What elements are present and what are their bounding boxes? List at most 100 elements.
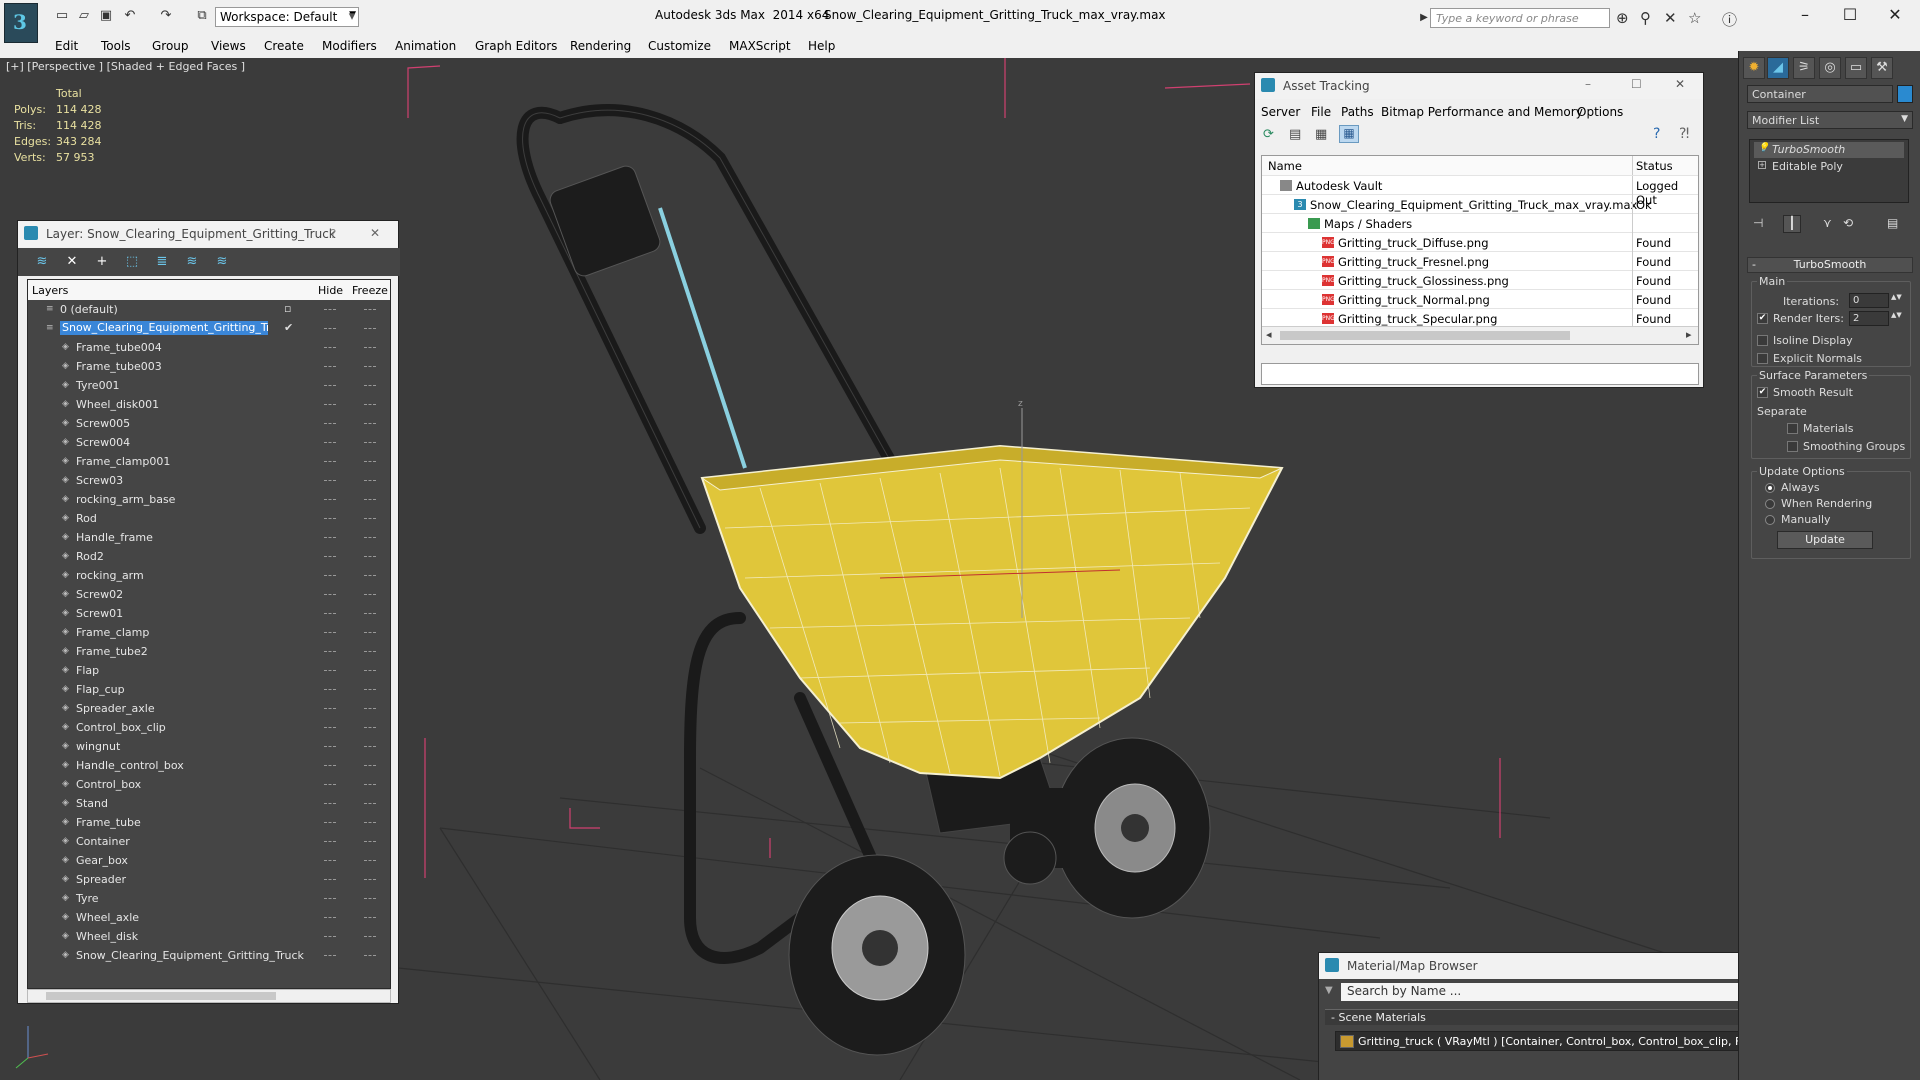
object-name-field[interactable]: Container: [1747, 85, 1893, 103]
freeze-toggle[interactable]: [364, 898, 376, 900]
freeze-toggle[interactable]: [364, 556, 376, 558]
hide-toggle[interactable]: [324, 841, 336, 843]
hide-toggle[interactable]: [324, 765, 336, 767]
column-status[interactable]: Status: [1636, 159, 1673, 173]
update-button[interactable]: Update: [1777, 531, 1873, 549]
isoline-display-checkbox[interactable]: [1757, 335, 1768, 346]
layer-row[interactable]: ◈ Snow_Clearing_Equipment_Gritting_Truck: [28, 946, 390, 965]
scrollbar-thumb[interactable]: [46, 992, 276, 1000]
render-iters-checkbox[interactable]: ✔: [1757, 313, 1768, 324]
hide-toggle[interactable]: [324, 803, 336, 805]
layer-row[interactable]: ◈ Screw03: [28, 471, 390, 490]
hide-toggle[interactable]: [324, 727, 336, 729]
make-unique-icon[interactable]: ⋎: [1823, 216, 1832, 230]
hide-toggle[interactable]: [324, 309, 336, 311]
new-file-icon[interactable]: ▭: [54, 8, 70, 24]
freeze-toggle[interactable]: [364, 803, 376, 805]
active-layer-check-icon[interactable]: ✔: [284, 321, 293, 334]
hide-toggle[interactable]: [324, 404, 336, 406]
layer-row[interactable]: ◈ rocking_arm_base: [28, 490, 390, 509]
freeze-toggle[interactable]: [364, 727, 376, 729]
freeze-toggle[interactable]: [364, 594, 376, 596]
hide-toggle[interactable]: [324, 632, 336, 634]
freeze-toggle[interactable]: [364, 499, 376, 501]
layer-row[interactable]: ◈ Gear_box: [28, 851, 390, 870]
maximize-button[interactable]: ☐: [1631, 77, 1642, 91]
motion-tab-icon[interactable]: ◎: [1819, 57, 1841, 79]
layer-row[interactable]: ◈ Frame_tube004: [28, 338, 390, 357]
create-tab-icon[interactable]: ✹: [1743, 57, 1765, 79]
app-menu-button[interactable]: 3: [4, 3, 38, 43]
hide-toggle[interactable]: [324, 328, 336, 330]
hide-toggle[interactable]: [324, 822, 336, 824]
freeze-toggle[interactable]: [364, 575, 376, 577]
spinner-arrows-icon[interactable]: ▲▼: [1891, 293, 1902, 301]
column-layers[interactable]: Layers: [32, 284, 68, 297]
connect-icon[interactable]: ✕: [1664, 9, 1677, 27]
layer-row[interactable]: ◈ wingnut: [28, 737, 390, 756]
add-to-layer-icon[interactable]: +: [94, 254, 110, 270]
menu-modifiers[interactable]: Modifiers: [322, 39, 377, 53]
layer-row[interactable]: ◈ Handle_control_box: [28, 756, 390, 775]
utilities-tab-icon[interactable]: ⚒: [1871, 57, 1893, 79]
layer-row[interactable]: ◈ Wheel_disk001: [28, 395, 390, 414]
freeze-toggle[interactable]: [364, 689, 376, 691]
freeze-toggle[interactable]: [364, 404, 376, 406]
hide-toggle[interactable]: [324, 385, 336, 387]
hide-toggle[interactable]: [324, 423, 336, 425]
workspace-dropdown[interactable]: Workspace: Default ▼: [215, 7, 359, 27]
hierarchy-tab-icon[interactable]: ⚞: [1793, 57, 1815, 79]
freeze-toggle[interactable]: [364, 385, 376, 387]
hide-toggle[interactable]: [324, 537, 336, 539]
asset-row[interactable]: PNG Gritting_truck_Fresnel.png Found: [1262, 252, 1698, 271]
hide-toggle[interactable]: [324, 594, 336, 596]
maximize-button[interactable]: ☐: [1835, 4, 1865, 26]
iterations-spinner[interactable]: 0: [1849, 293, 1889, 308]
freeze-toggle[interactable]: [364, 955, 376, 957]
freeze-toggle[interactable]: [364, 936, 376, 938]
hide-toggle[interactable]: [324, 898, 336, 900]
hide-toggle[interactable]: [324, 556, 336, 558]
layer-row[interactable]: ◈ Flap_cup: [28, 680, 390, 699]
layer-row[interactable]: ◈ rocking_arm: [28, 566, 390, 585]
layer-row[interactable]: ◈ Frame_tube003: [28, 357, 390, 376]
layer-row[interactable]: ◈ Wheel_disk: [28, 927, 390, 946]
help-icon[interactable]: ?: [1653, 126, 1660, 142]
layer-row[interactable]: ◈ Screw004: [28, 433, 390, 452]
menu-create[interactable]: Create: [264, 39, 304, 53]
turbosmooth-rollout-header[interactable]: - TurboSmooth: [1747, 257, 1913, 273]
expand-icon[interactable]: +: [1758, 161, 1766, 169]
menu-group[interactable]: Group: [152, 39, 189, 53]
freeze-toggle[interactable]: [364, 822, 376, 824]
freeze-toggle[interactable]: [364, 632, 376, 634]
asset-row[interactable]: 3 Snow_Clearing_Equipment_Gritting_Truck_…: [1262, 195, 1698, 214]
freeze-toggle[interactable]: [364, 442, 376, 444]
hide-toggle[interactable]: [324, 575, 336, 577]
layer-row[interactable]: ◈ Spreader: [28, 870, 390, 889]
asset-row[interactable]: PNG Gritting_truck_Glossiness.png Found: [1262, 271, 1698, 290]
modify-tab-icon[interactable]: ◢: [1767, 57, 1789, 79]
menu-edit[interactable]: Edit: [55, 39, 78, 53]
render-iters-spinner[interactable]: 2: [1849, 311, 1889, 326]
layer-row[interactable]: ◈ Spreader_axle: [28, 699, 390, 718]
layer-row[interactable]: ◈ Flap: [28, 661, 390, 680]
asset-row[interactable]: Maps / Shaders: [1262, 214, 1698, 233]
menu-rendering[interactable]: Rendering: [570, 39, 631, 53]
column-hide[interactable]: Hide: [318, 284, 343, 297]
layer-panel-titlebar[interactable]: Layer: Snow_Clearing_Equipment_Gritting_…: [18, 221, 398, 247]
binoculars-icon[interactable]: ⊕: [1616, 9, 1629, 27]
minimize-button[interactable]: –: [1790, 4, 1820, 26]
layer-row[interactable]: ◈ Tyre: [28, 889, 390, 908]
lightbulb-icon[interactable]: 💡: [1758, 143, 1769, 153]
layer-row[interactable]: ◈ Frame_tube: [28, 813, 390, 832]
highlight-layer-icon[interactable]: ≣: [154, 254, 170, 270]
hide-toggle[interactable]: [324, 917, 336, 919]
layer-row[interactable]: ◈ Screw02: [28, 585, 390, 604]
delete-layer-icon[interactable]: ✕: [64, 254, 80, 270]
hide-toggle[interactable]: [324, 651, 336, 653]
viewport-label[interactable]: [+] [Perspective ] [Shaded + Edged Faces…: [6, 60, 245, 73]
hide-toggle[interactable]: [324, 347, 336, 349]
options-dropdown-icon[interactable]: ▼: [1325, 985, 1333, 996]
create-layer-icon[interactable]: ≋: [34, 254, 50, 270]
workspace-dropdown-arrow-icon[interactable]: ▾: [344, 9, 360, 25]
